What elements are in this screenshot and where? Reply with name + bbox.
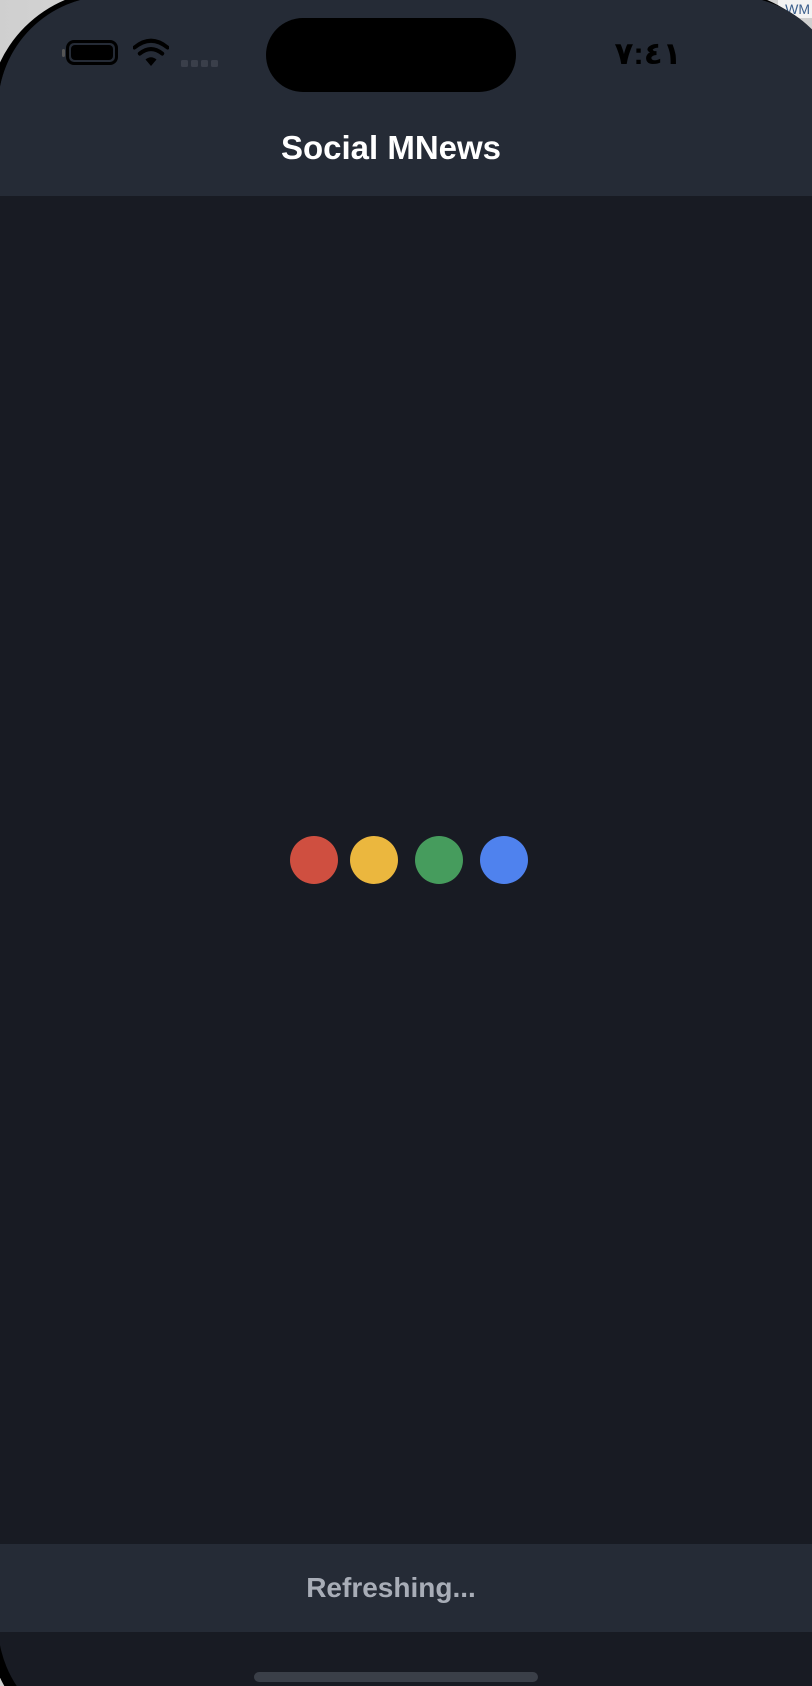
loader-dot-yellow	[350, 836, 398, 884]
status-time: ٧:٤١	[614, 36, 682, 71]
refreshing-label: Refreshing...	[306, 1572, 476, 1603]
loader-dot-blue	[480, 836, 528, 884]
page-title: Social MNews	[280, 129, 502, 166]
phone-bezel: ٧:٤١ Social MNews Refreshing...	[0, 0, 812, 1686]
loader-dot-green	[415, 836, 463, 884]
home-indicator[interactable]	[254, 1672, 538, 1682]
battery-icon	[62, 40, 118, 65]
loading-indicator	[290, 836, 528, 886]
device-frame: WM ٧:٤١	[0, 0, 812, 1686]
refresh-status-bar: Refreshing...	[0, 1544, 812, 1632]
navigation-bar: Social MNews	[0, 100, 812, 196]
battery-cap	[62, 49, 65, 57]
loader-dot-red	[290, 836, 338, 884]
wifi-icon	[133, 38, 169, 66]
cellular-signal-icon	[181, 60, 218, 67]
phone-screen: ٧:٤١ Social MNews Refreshing...	[0, 0, 812, 1686]
dynamic-island	[266, 18, 516, 92]
battery-level	[71, 45, 113, 60]
status-bar: ٧:٤١	[0, 0, 812, 100]
